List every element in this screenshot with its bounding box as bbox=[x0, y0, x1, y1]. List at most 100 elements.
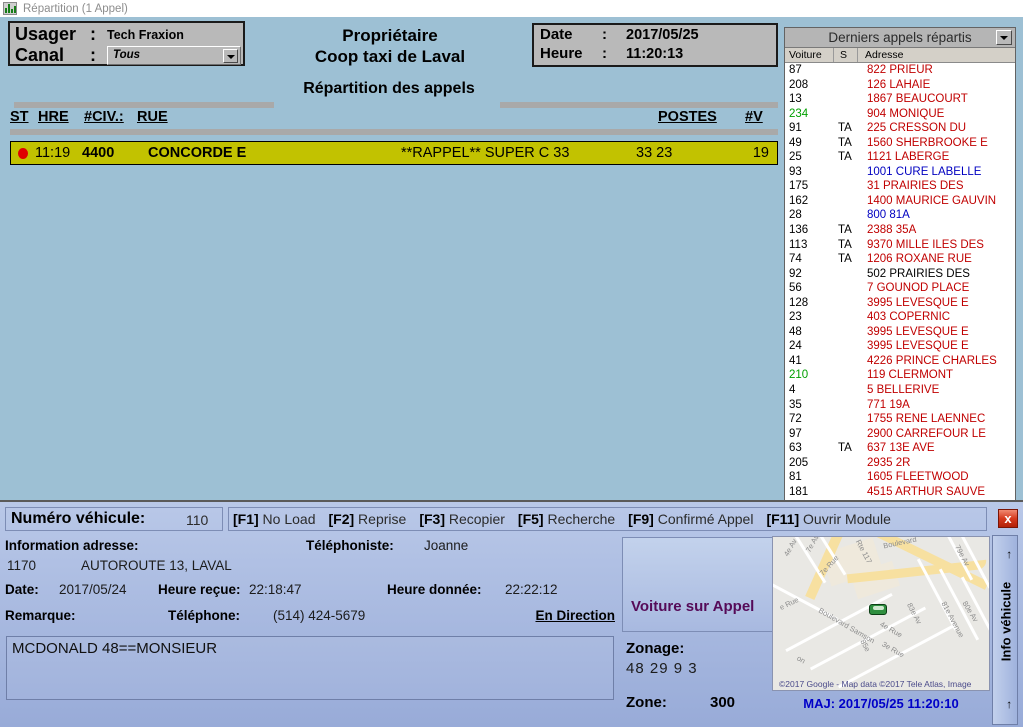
canal-selected-value: Tous bbox=[113, 49, 141, 61]
telephoniste-label: Téléphoniste: bbox=[306, 538, 394, 553]
call-row-civ: 4400 bbox=[82, 145, 115, 161]
fkey-code: [F1] bbox=[233, 511, 259, 527]
fkey-f2[interactable]: [F2] Reprise bbox=[329, 511, 407, 527]
recent-col-s[interactable]: S bbox=[840, 49, 847, 61]
list-item[interactable]: 41 4226 PRINCE CHARLES bbox=[785, 354, 1015, 369]
list-item[interactable]: 24 3995 LEVESQUE E bbox=[785, 339, 1015, 354]
call-row-hre: 11:19 bbox=[35, 145, 71, 161]
fkey-label: No Load bbox=[258, 511, 316, 527]
address-street: AUTOROUTE 13, LAVAL bbox=[81, 558, 232, 573]
recent-row-voiture: 113 bbox=[789, 238, 808, 251]
fkey-f1[interactable]: [F1] No Load bbox=[233, 511, 316, 527]
list-item[interactable]: 49 TA 1560 SHERBROOKE E bbox=[785, 136, 1015, 151]
list-item[interactable]: 28 800 81A bbox=[785, 208, 1015, 223]
info-vehicule-label: Info véhicule bbox=[998, 581, 1014, 662]
vehicle-number-value: 110 bbox=[186, 512, 209, 528]
recent-row-voiture: 49 bbox=[789, 136, 802, 149]
recent-row-adresse: 2388 35A bbox=[867, 224, 917, 237]
list-item[interactable]: 23 403 COPERNIC bbox=[785, 310, 1015, 325]
recent-row-voiture: 4 bbox=[789, 384, 796, 397]
list-item[interactable]: 162 1400 MAURICE GAUVIN bbox=[785, 194, 1015, 209]
recent-row-voiture: 13 bbox=[789, 93, 802, 106]
recent-row-voiture: 23 bbox=[789, 311, 802, 324]
chevron-down-icon[interactable] bbox=[996, 30, 1012, 45]
list-item[interactable]: 25 TA 1121 LABERGE bbox=[785, 150, 1015, 165]
recent-panel-list[interactable]: 87 822 PRIEUR 208 126 LAHAIE 13 1867 BEAUCOUR… bbox=[785, 63, 1015, 509]
heure-donnee-label: Heure donnée: bbox=[387, 582, 482, 597]
list-item[interactable]: 97 2900 CARREFOUR LE bbox=[785, 427, 1015, 442]
list-item[interactable]: 234 904 MONIQUE bbox=[785, 107, 1015, 122]
list-item[interactable]: 181 4515 ARTHUR SAUVE bbox=[785, 485, 1015, 500]
recent-row-voiture: 208 bbox=[789, 78, 809, 91]
recent-row-adresse: 31 PRAIRIES DES bbox=[867, 180, 964, 193]
call-row-rue: CONCORDE E bbox=[148, 145, 247, 161]
address-info-line: Information adresse: Téléphoniste: Joann… bbox=[5, 537, 617, 557]
recent-col-voiture[interactable]: Voiture bbox=[789, 49, 822, 61]
column-divider bbox=[857, 48, 858, 62]
list-item[interactable]: 48 3995 LEVESQUE E bbox=[785, 325, 1015, 340]
list-item[interactable]: 128 3995 LEVESQUE E bbox=[785, 296, 1015, 311]
canal-label: Canal bbox=[15, 45, 65, 65]
vehicle-number-field[interactable]: Numéro véhicule: 110 bbox=[5, 507, 223, 531]
fkey-f11[interactable]: [F11] Ouvrir Module bbox=[766, 511, 891, 527]
list-item[interactable]: 72 1755 RENE LAENNEC bbox=[785, 412, 1015, 427]
column-header-nv[interactable]: #V bbox=[745, 109, 763, 125]
call-row-nv: 19 bbox=[752, 145, 769, 161]
address-line: 1170 AUTOROUTE 13, LAVAL bbox=[5, 557, 617, 580]
list-item[interactable]: 35 771 19A bbox=[785, 398, 1015, 413]
list-item[interactable]: 208 126 LAHAIE bbox=[785, 78, 1015, 93]
recent-row-voiture: 28 bbox=[789, 209, 802, 222]
detail-date-label: Date: bbox=[5, 582, 39, 597]
list-item[interactable]: 175 31 PRAIRIES DES bbox=[785, 179, 1015, 194]
recent-col-adresse[interactable]: Adresse bbox=[865, 49, 904, 61]
list-item[interactable]: 205 2935 2R bbox=[785, 456, 1015, 471]
info-vehicule-tab[interactable]: → Info véhicule → bbox=[992, 535, 1018, 725]
list-item[interactable]: 56 7 GOUNOD PLACE bbox=[785, 281, 1015, 296]
map-view[interactable]: ©2017 Google - Map data ©2017 Tele Atlas… bbox=[772, 536, 990, 691]
list-item[interactable]: 210 119 CLERMONT bbox=[785, 368, 1015, 383]
recent-row-adresse: 3995 LEVESQUE E bbox=[867, 296, 969, 309]
recent-row-adresse: 126 LAHAIE bbox=[867, 78, 931, 91]
list-item[interactable]: 13 1867 BEAUCOURT bbox=[785, 92, 1015, 107]
list-item[interactable]: 92 502 PRAIRIES DES bbox=[785, 267, 1015, 282]
recent-row-voiture: 63 bbox=[789, 442, 802, 455]
recent-row-adresse: 2900 CARREFOUR LE bbox=[867, 427, 986, 440]
column-header-civ[interactable]: #CIV.: bbox=[84, 109, 124, 125]
recent-row-adresse: 1400 MAURICE GAUVIN bbox=[867, 194, 997, 207]
recent-row-voiture: 87 bbox=[789, 64, 802, 76]
recent-row-adresse: 4226 PRINCE CHARLES bbox=[867, 354, 997, 367]
column-header-postes[interactable]: POSTES bbox=[658, 109, 717, 125]
map-street-label: e Rue bbox=[778, 595, 800, 612]
recent-row-adresse: 5 BELLERIVE bbox=[867, 384, 940, 397]
en-direction-link[interactable]: En Direction bbox=[535, 608, 615, 623]
recent-row-voiture: 72 bbox=[789, 413, 802, 426]
heure-colon: : bbox=[602, 45, 607, 62]
list-item[interactable]: 4 5 BELLERIVE bbox=[785, 383, 1015, 398]
function-key-bar: [F1] No Load [F2] Reprise [F3] Recopier [F5… bbox=[228, 507, 987, 531]
call-row-postes: 33 23 bbox=[636, 145, 673, 161]
canal-select[interactable]: Tous bbox=[107, 46, 241, 65]
list-item[interactable]: 81 1605 FLEETWOOD bbox=[785, 470, 1015, 485]
fkey-f9[interactable]: [F9] Confirmé Appel bbox=[628, 511, 753, 527]
chevron-down-icon[interactable] bbox=[223, 49, 238, 63]
remark-textarea[interactable]: MCDONALD 48==MONSIEUR bbox=[6, 636, 614, 700]
heure-value: 11:20:13 bbox=[626, 46, 684, 62]
list-item[interactable]: 74 TA 1206 ROXANE RUE bbox=[785, 252, 1015, 267]
fkey-f3[interactable]: [F3] Recopier bbox=[419, 511, 505, 527]
list-item[interactable]: 91 TA 225 CRESSON DU bbox=[785, 121, 1015, 136]
column-header-hre[interactable]: HRE bbox=[38, 109, 69, 125]
recent-row-status: TA bbox=[838, 253, 852, 266]
list-item[interactable]: 63 TA 637 13E AVE bbox=[785, 441, 1015, 456]
list-item[interactable]: 113 TA 9370 MILLE ILES DES bbox=[785, 238, 1015, 253]
close-icon[interactable]: x bbox=[998, 509, 1018, 528]
fkey-f5[interactable]: [F5] Recherche bbox=[518, 511, 615, 527]
remarque-label: Remarque: bbox=[5, 608, 76, 623]
table-row[interactable]: 11:19 4400 CONCORDE E **RAPPEL** SUPER C… bbox=[10, 141, 778, 165]
recent-row-voiture: 35 bbox=[789, 398, 802, 411]
list-item[interactable]: 87 822 PRIEUR bbox=[785, 63, 1015, 78]
column-header-st[interactable]: ST bbox=[10, 109, 29, 125]
list-item[interactable]: 136 TA 2388 35A bbox=[785, 223, 1015, 238]
recent-row-adresse: 800 81A bbox=[867, 209, 910, 222]
list-item[interactable]: 93 1001 CURE LABELLE bbox=[785, 165, 1015, 180]
column-header-rue[interactable]: RUE bbox=[137, 109, 168, 125]
